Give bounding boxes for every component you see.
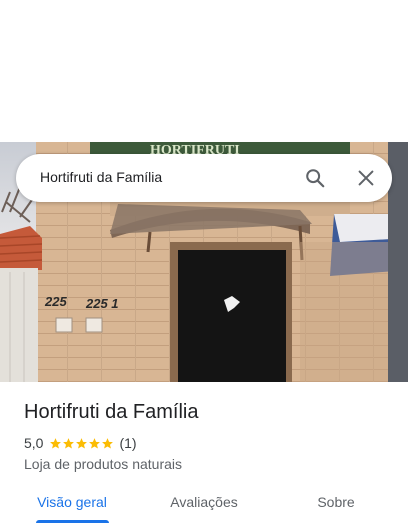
star-rating xyxy=(49,437,114,450)
star-icon xyxy=(50,437,62,449)
place-category[interactable]: Loja de produtos naturais xyxy=(24,456,182,472)
star-icon xyxy=(76,437,88,449)
svg-text:225 1: 225 1 xyxy=(85,296,119,311)
place-title: Hortifruti da Família xyxy=(24,401,199,423)
rating-row[interactable]: 5,0 (1) xyxy=(24,435,137,451)
close-icon[interactable] xyxy=(355,167,377,189)
search-icon[interactable] xyxy=(304,167,326,189)
rating-value: 5,0 xyxy=(24,435,44,451)
svg-text:225: 225 xyxy=(44,294,67,309)
star-icon xyxy=(63,437,75,449)
tab-about[interactable]: Sobre xyxy=(317,494,354,510)
place-tabs: Visão geral Avaliações Sobre xyxy=(0,484,408,524)
star-icon xyxy=(89,437,101,449)
star-icon xyxy=(102,437,114,449)
tab-reviews[interactable]: Avaliações xyxy=(170,494,237,510)
review-count[interactable]: (1) xyxy=(119,435,136,451)
tab-overview[interactable]: Visão geral xyxy=(37,494,107,510)
active-tab-indicator xyxy=(36,520,109,523)
search-bar[interactable]: Hortifruti da Família xyxy=(16,154,392,202)
search-input[interactable]: Hortifruti da Família xyxy=(40,169,162,185)
